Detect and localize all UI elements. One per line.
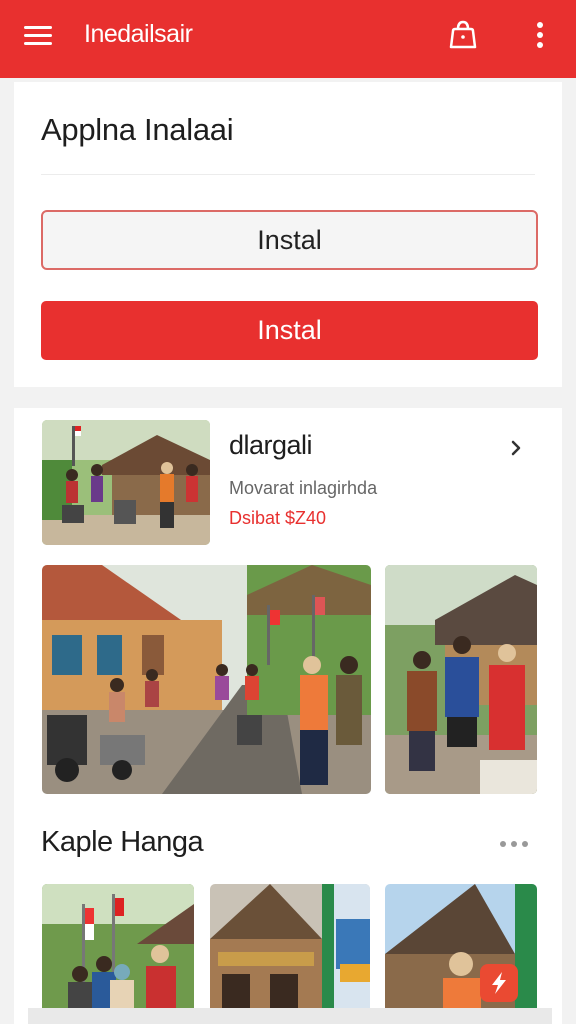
product-thumbnail[interactable] [42, 420, 210, 545]
section-title: Kaple Hanga [41, 826, 204, 858]
chevron-right-icon[interactable] [504, 436, 528, 460]
shopping-bag-icon[interactable] [446, 18, 480, 52]
gallery-image-side[interactable] [385, 565, 537, 794]
product-price: Dsibat $Z40 [229, 508, 327, 528]
menu-icon[interactable] [24, 24, 54, 48]
gallery-thumb-2[interactable] [210, 884, 370, 1024]
divider [41, 174, 535, 175]
lightning-icon[interactable] [480, 964, 518, 1002]
product-card: dlargali Movarat inlagirhda Dsibat $Z40 [14, 408, 562, 1024]
product-subtitle: Movarat inlagirhda [229, 478, 378, 498]
more-horizontal-icon[interactable] [496, 834, 532, 854]
more-vertical-icon[interactable] [530, 20, 550, 50]
gallery-image-main[interactable] [42, 565, 371, 794]
install-card: Applna Inalaai Instal Instal [14, 82, 562, 387]
bottom-bar [28, 1008, 552, 1024]
top-app-bar: Inedailsair [0, 0, 576, 78]
gallery-thumb-1[interactable] [42, 884, 194, 1024]
product-title[interactable]: dlargali [229, 430, 313, 461]
install-outline-button[interactable]: Instal [41, 210, 538, 270]
install-heading: Applna Inalaai [41, 112, 234, 147]
app-title: Inedailsair [84, 20, 193, 48]
install-primary-button[interactable]: Instal [41, 301, 538, 360]
gallery-thumb-3[interactable] [385, 884, 537, 1024]
